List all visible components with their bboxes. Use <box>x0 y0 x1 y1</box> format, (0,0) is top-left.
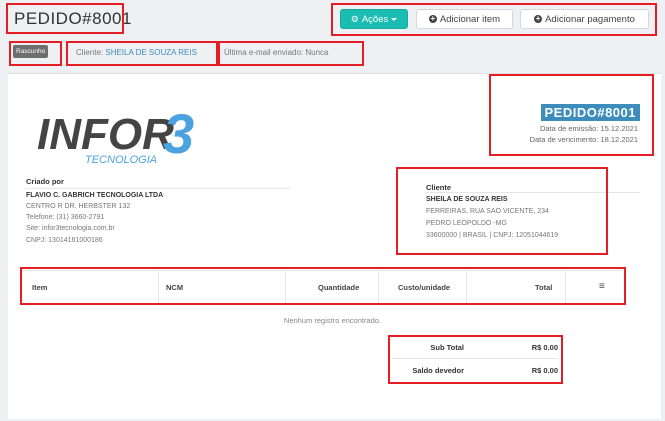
email-highlight <box>218 41 364 66</box>
title-highlight <box>6 3 124 34</box>
invoice-number-highlight <box>489 74 654 156</box>
toolbar-highlight <box>331 3 657 36</box>
logo-subtext: TECNOLOGIA <box>85 154 157 165</box>
client-highlight-box <box>396 167 608 255</box>
created-by-label: Criado por <box>26 177 64 186</box>
company-cnpj: CNPJ: 13014161000186 <box>26 237 103 244</box>
company-address: CENTRO R DR. HERBSTER 132 <box>26 203 131 210</box>
company-logo: INFOR 3 TECNOLOGIA <box>37 107 194 165</box>
table-header-highlight <box>20 267 626 305</box>
status-badge-highlight <box>9 41 62 66</box>
client-highlight <box>66 41 218 66</box>
logo-main-text: INFOR <box>37 110 174 159</box>
logo-numeral: 3 <box>163 107 194 165</box>
company-phone: Telefone: (31) 3660-2791 <box>26 214 105 221</box>
company-site: Site: infor3tecnologia.com.br <box>26 225 115 232</box>
empty-table-message: Nenhum registro encontrado. <box>283 316 382 325</box>
totals-highlight <box>388 335 563 384</box>
company-name: FLAVIO C. GABRICH TECNOLOGIA LTDA <box>26 192 164 199</box>
